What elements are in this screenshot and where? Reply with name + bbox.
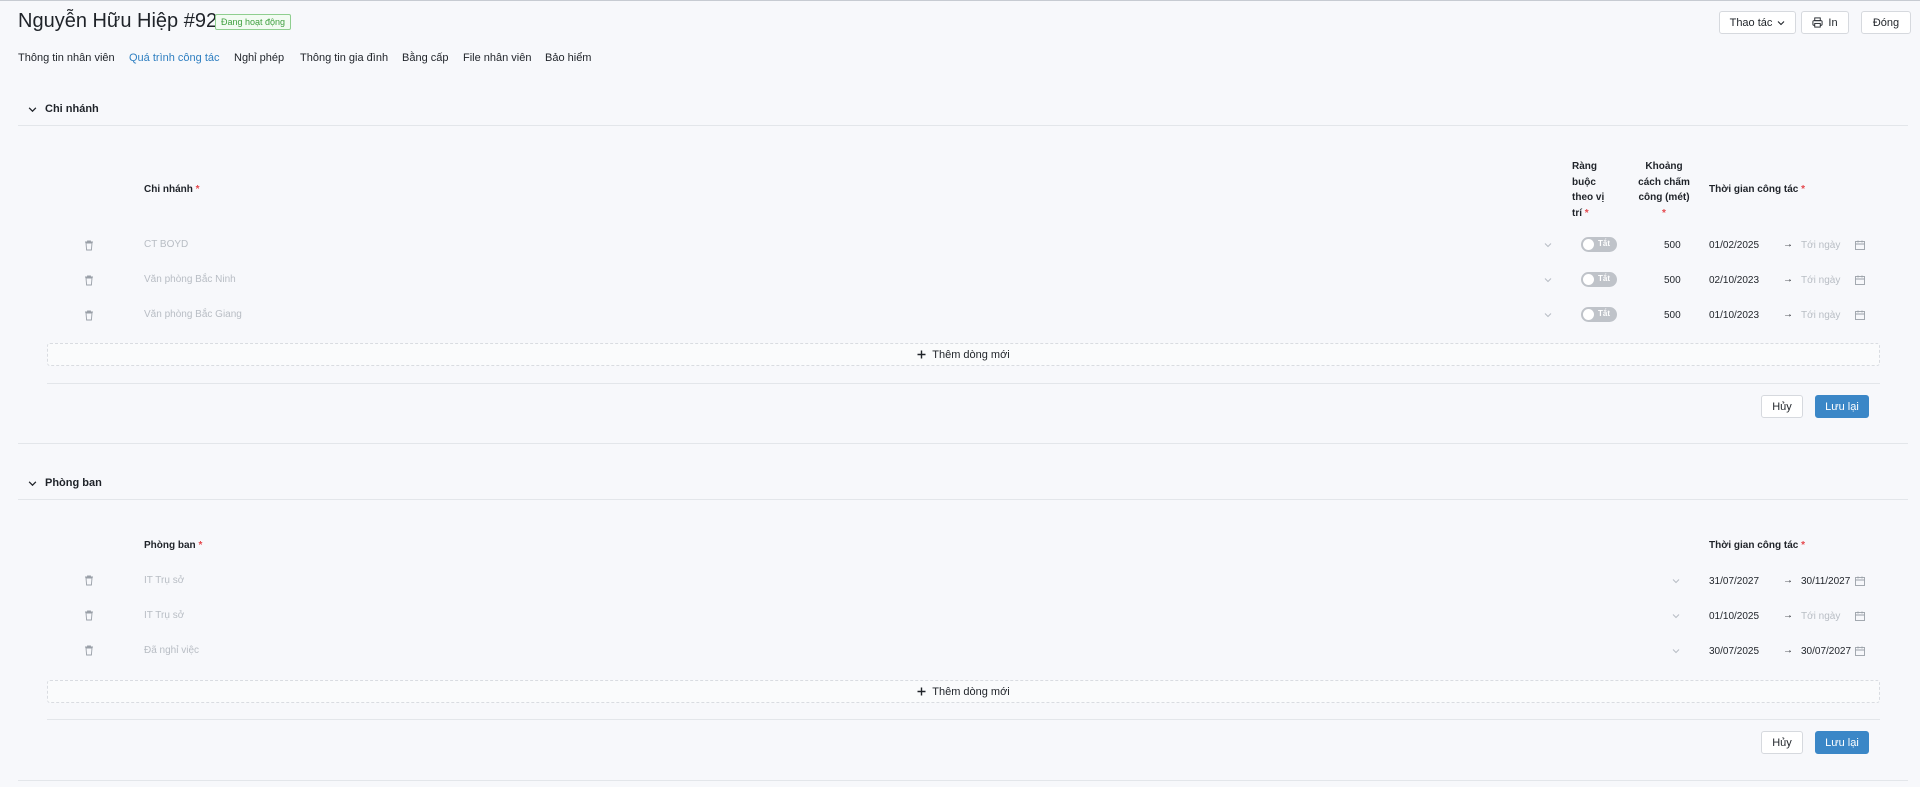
- date-to[interactable]: Tới ngày: [1801, 310, 1840, 321]
- calendar-icon[interactable]: [1855, 310, 1865, 320]
- add-row-label: Thêm dòng mới: [932, 685, 1010, 698]
- branch-section-title: Chi nhánh: [45, 103, 99, 115]
- delete-icon[interactable]: [84, 610, 94, 621]
- tab-work-history[interactable]: Quá trình công tác: [129, 52, 220, 64]
- date-from[interactable]: 01/10/2023: [1709, 310, 1759, 321]
- add-row-label: Thêm dòng mới: [932, 348, 1010, 361]
- printer-icon: [1812, 17, 1823, 28]
- delete-icon[interactable]: [84, 575, 94, 586]
- tab-employee-info[interactable]: Thông tin nhân viên: [18, 52, 115, 64]
- actions-label: Thao tác: [1729, 16, 1773, 29]
- calendar-icon[interactable]: [1855, 646, 1865, 656]
- department-section-title: Phòng ban: [45, 477, 102, 489]
- page-title: Nguyễn Hữu Hiệp #92: [18, 10, 218, 32]
- branch-section-toggle[interactable]: Chi nhánh: [28, 103, 99, 115]
- date-to[interactable]: Tới ngày: [1801, 240, 1840, 251]
- branch-select[interactable]: CT BOYD: [144, 239, 188, 250]
- tab-family-info[interactable]: Thông tin gia đình: [300, 52, 388, 64]
- distance-value[interactable]: 500: [1664, 240, 1681, 251]
- branch-save-button[interactable]: Lưu lại: [1815, 395, 1869, 418]
- department-save-button[interactable]: Lưu lại: [1815, 731, 1869, 754]
- chevron-down-icon: [28, 480, 37, 486]
- date-from[interactable]: 31/07/2027: [1709, 576, 1759, 587]
- status-badge: Đang hoạt động: [215, 14, 292, 30]
- department-select[interactable]: Đã nghỉ việc: [144, 645, 199, 656]
- arrow-icon: →: [1783, 274, 1793, 285]
- branch-cancel-button[interactable]: Hủy: [1761, 395, 1803, 418]
- date-from[interactable]: 01/10/2025: [1709, 611, 1759, 622]
- col-header-branch: Chi nhánh *: [144, 184, 200, 195]
- constraint-toggle[interactable]: Tắt: [1581, 307, 1617, 322]
- plus-icon: [917, 350, 926, 359]
- chevron-down-icon[interactable]: [1672, 647, 1680, 655]
- delete-icon[interactable]: [84, 275, 94, 286]
- date-to[interactable]: 30/11/2027: [1801, 576, 1850, 587]
- tab-employee-files[interactable]: File nhân viên: [463, 52, 532, 64]
- chevron-down-icon: [1778, 20, 1785, 25]
- calendar-icon[interactable]: [1855, 275, 1865, 285]
- branch-select[interactable]: Văn phòng Bắc Giang: [144, 309, 242, 320]
- department-select[interactable]: IT Trụ sở: [144, 610, 184, 621]
- chevron-down-icon[interactable]: [1544, 241, 1552, 249]
- date-to[interactable]: Tới ngày: [1801, 275, 1840, 286]
- distance-value[interactable]: 500: [1664, 310, 1681, 321]
- arrow-icon: →: [1783, 645, 1793, 656]
- date-from[interactable]: 30/07/2025: [1709, 646, 1759, 657]
- divider: [47, 719, 1880, 720]
- col-header-time: Thời gian công tác *: [1709, 540, 1806, 551]
- calendar-icon[interactable]: [1855, 611, 1865, 621]
- print-button[interactable]: In: [1801, 11, 1849, 34]
- chevron-down-icon: [28, 106, 37, 112]
- divider: [18, 780, 1908, 781]
- chevron-down-icon[interactable]: [1544, 276, 1552, 284]
- arrow-icon: →: [1783, 610, 1793, 621]
- department-cancel-button[interactable]: Hủy: [1761, 731, 1803, 754]
- actions-dropdown-button[interactable]: Thao tác: [1719, 11, 1796, 34]
- col-header-department: Phòng ban *: [144, 540, 203, 551]
- add-department-row-button[interactable]: Thêm dòng mới: [47, 680, 1880, 703]
- arrow-icon: →: [1783, 309, 1793, 320]
- divider: [47, 383, 1880, 384]
- date-to[interactable]: Tới ngày: [1801, 611, 1840, 622]
- divider: [18, 443, 1908, 444]
- tab-leave[interactable]: Nghỉ phép: [234, 52, 284, 64]
- col-header-constraint: Ràng buộc theo vị trí *: [1572, 161, 1605, 219]
- window-top-border: [0, 0, 1920, 1]
- tab-insurance[interactable]: Bảo hiểm: [545, 52, 591, 64]
- chevron-down-icon[interactable]: [1672, 612, 1680, 620]
- delete-icon[interactable]: [84, 240, 94, 251]
- delete-icon[interactable]: [84, 310, 94, 321]
- add-branch-row-button[interactable]: Thêm dòng mới: [47, 343, 1880, 366]
- print-label: In: [1828, 16, 1838, 29]
- calendar-icon[interactable]: [1855, 576, 1865, 586]
- department-section-toggle[interactable]: Phòng ban: [28, 477, 102, 489]
- date-from[interactable]: 02/10/2023: [1709, 275, 1759, 286]
- branch-select[interactable]: Văn phòng Bắc Ninh: [144, 274, 236, 285]
- date-from[interactable]: 01/02/2025: [1709, 240, 1759, 251]
- calendar-icon[interactable]: [1855, 240, 1865, 250]
- tab-degrees[interactable]: Bằng cấp: [402, 52, 448, 64]
- col-header-distance: Khoảng cách chấm công (mét) *: [1638, 161, 1690, 219]
- department-select[interactable]: IT Trụ sở: [144, 575, 184, 586]
- close-button[interactable]: Đóng: [1861, 11, 1911, 34]
- distance-value[interactable]: 500: [1664, 275, 1681, 286]
- plus-icon: [917, 687, 926, 696]
- arrow-icon: →: [1783, 575, 1793, 586]
- close-label: Đóng: [1872, 16, 1900, 29]
- chevron-down-icon[interactable]: [1672, 577, 1680, 585]
- col-header-time: Thời gian công tác *: [1709, 184, 1806, 195]
- divider: [18, 499, 1908, 500]
- constraint-toggle[interactable]: Tắt: [1581, 237, 1617, 252]
- constraint-toggle[interactable]: Tắt: [1581, 272, 1617, 287]
- chevron-down-icon[interactable]: [1544, 311, 1552, 319]
- delete-icon[interactable]: [84, 645, 94, 656]
- date-to[interactable]: 30/07/2027: [1801, 646, 1851, 657]
- divider: [18, 125, 1908, 126]
- arrow-icon: →: [1783, 239, 1793, 250]
